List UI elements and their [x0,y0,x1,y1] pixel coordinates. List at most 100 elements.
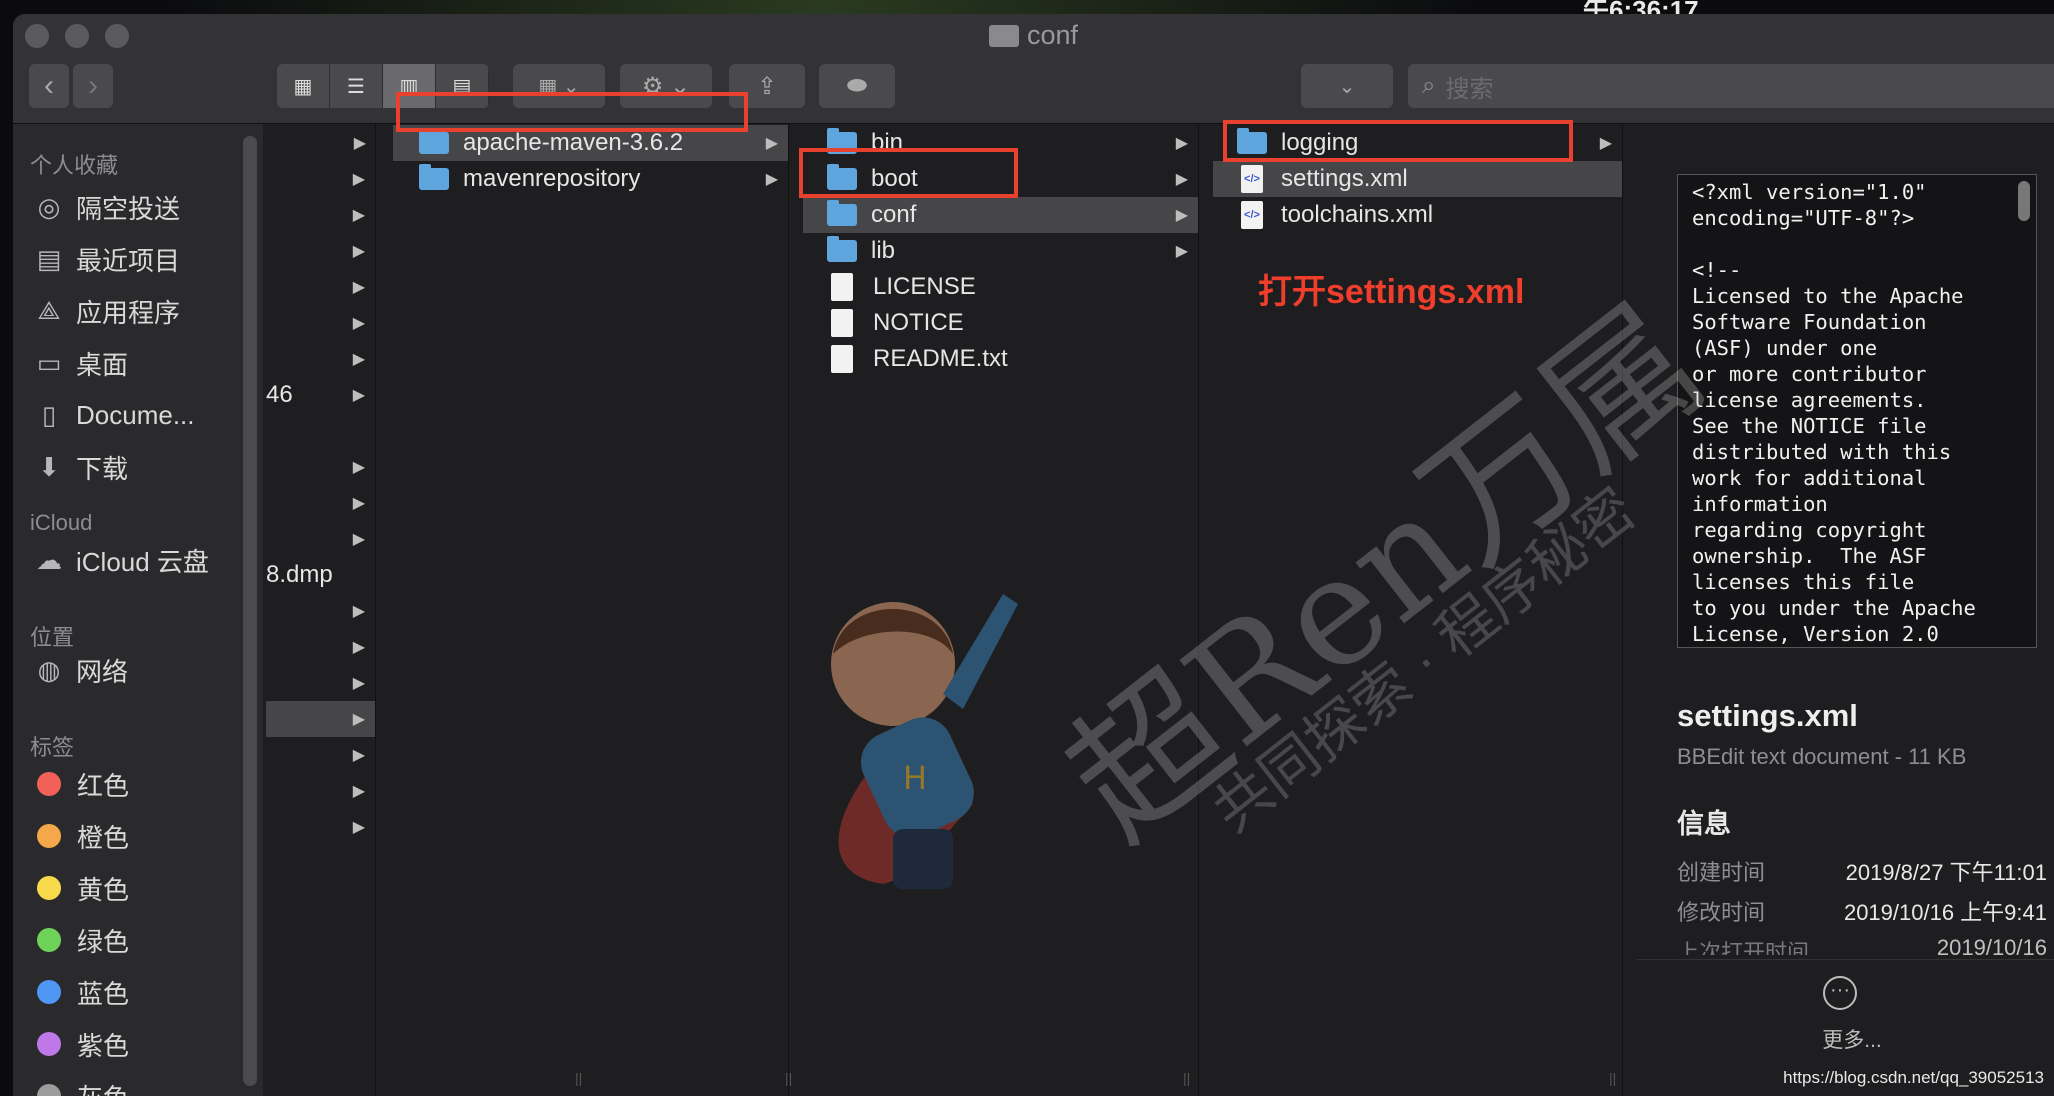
list-item[interactable]: ▶ [266,485,375,521]
list-item[interactable]: ▶ [266,125,376,161]
column-resize-handle[interactable]: || [575,1070,582,1086]
list-item-lib[interactable]: lib ▶ [803,233,1198,269]
desktop-icon: ▭ [36,347,62,378]
list-item-selected[interactable]: ▶ [266,701,375,737]
disclosure-arrow-icon: ▶ [352,819,365,836]
list-item[interactable]: ▶ [266,593,375,629]
window-title-label: conf [1026,20,1079,50]
sidebar-item-icloud-drive[interactable]: ☁ iCloud 云盘 [30,540,209,580]
green-tag-dot-icon [37,928,61,952]
created-label: 创建时间 [1677,860,1766,885]
search-placeholder: 搜索 [1445,75,1494,103]
list-item[interactable]: ▶ [266,197,375,233]
list-item-label: settings.xml [1281,165,1408,192]
disclosure-arrow-icon: ▶ [353,135,366,152]
list-item-label: mavenrepository [463,165,641,192]
icon-view-button[interactable]: ▦ [277,64,330,108]
list-view-button[interactable]: ☰ [330,64,383,108]
sidebar-tag-orange[interactable]: 橙色 [30,816,129,856]
column-resize-handle[interactable]: || [1183,1070,1190,1086]
yellow-tag-dot-icon [37,876,61,900]
back-button[interactable]: ‹ [29,64,69,108]
disclosure-arrow-icon: ▶ [352,639,365,656]
sidebar-item-label: 灰色 [77,1078,129,1096]
list-item-readme[interactable]: README.txt [803,341,1198,377]
document-icon [831,309,853,337]
list-item[interactable]: ▶ [266,341,375,377]
list-item[interactable]: ▶ [266,305,375,341]
list-item-toolchains-xml[interactable]: </> toolchains.xml [1213,197,1622,233]
disclosure-arrow-icon: ▶ [352,675,365,692]
disclosure-arrow-icon: ▶ [352,243,365,260]
preview-pane: <?xml version="1.0" encoding="UTF-8"?> <… [1637,124,2054,1096]
chevron-left-icon: ‹ [44,69,54,102]
list-item[interactable]: 8.dmp [266,557,375,593]
sidebar-tag-yellow[interactable]: 黄色 [30,868,129,908]
sidebar-tag-gray[interactable]: 灰色 [30,1076,129,1096]
list-item[interactable]: ▶ [266,665,375,701]
sidebar-scrollbar[interactable] [243,136,257,1086]
last-opened-label: 上次打开时间 [1677,940,1810,955]
window-titlebar: conf ‹ › ▦ ☰ ▥ ▤ ▦ ⌄ ⚙ ⌄ ⇪ ⬬ ⌄ ⌕ 搜索 [13,14,2054,124]
path-dropdown[interactable]: ⌄ [1301,64,1393,108]
finder-window: conf ‹ › ▦ ☰ ▥ ▤ ▦ ⌄ ⚙ ⌄ ⇪ ⬬ ⌄ ⌕ 搜索 个人收藏 … [13,14,2054,1096]
grid-icon: ▦ [293,75,313,98]
list-item-conf[interactable]: conf ▶ [803,197,1198,233]
list-item[interactable]: ▶ [266,521,375,557]
sidebar-item-desktop[interactable]: ▭ 桌面 [30,343,128,383]
list-item[interactable]: 46 ▶ [266,377,375,413]
sidebar-item-documents[interactable]: ▯ Docume... [30,395,195,435]
xml-file-icon: </> [1241,165,1263,193]
column-resize-handle[interactable]: || [1609,1070,1616,1086]
list-item-notice[interactable]: NOTICE [803,305,1198,341]
list-item-label: NOTICE [873,309,964,336]
sidebar-item-recents[interactable]: ▤ 最近项目 [30,239,180,279]
list-item[interactable]: ▶ [266,233,375,269]
sidebar-item-label: 黄色 [77,874,130,905]
preview-file-kind: BBEdit text document - 11 KB [1677,744,1967,769]
downloads-icon: ⬇ [38,451,60,482]
created-row: 创建时间 2019/8/27 下午11:01 [1677,855,2047,887]
orange-tag-dot-icon [37,824,61,848]
disclosure-arrow-icon: ▶ [352,387,365,404]
column-resize-handle[interactable]: || [785,1070,792,1086]
sidebar-item-applications[interactable]: ⟁ 应用程序 [30,291,180,331]
forward-button[interactable]: › [73,64,113,108]
column-1: apache-maven-3.6.2 ▶ mavenrepository ▶ || [393,124,789,1096]
list-item[interactable]: ▶ [266,629,375,665]
sidebar-item-airdrop[interactable]: ◎ 隔空投送 [30,187,180,227]
list-item-label: lib [871,237,896,264]
list-item-mavenrepository[interactable]: mavenrepository ▶ [393,161,788,197]
tags-button[interactable]: ⬬ [819,64,895,108]
list-item-label: toolchains.xml [1281,201,1434,228]
disclosure-arrow-icon: ▶ [352,783,365,800]
preview-scrollbar[interactable] [2018,181,2030,221]
sidebar-tag-blue[interactable]: 蓝色 [30,972,129,1012]
sidebar-tag-red[interactable]: 红色 [30,764,129,804]
ellipsis-icon[interactable]: ··· [1823,976,1857,1010]
disclosure-arrow-icon: ▶ [352,747,365,764]
list-item[interactable]: ▶ [266,269,375,305]
search-field[interactable]: ⌕ 搜索 [1408,64,2054,108]
xml-file-icon: </> [1241,201,1263,229]
list-item[interactable]: ▶ [266,809,375,845]
list-item[interactable]: ▶ [266,161,375,197]
sidebar-item-downloads[interactable]: ⬇ 下载 [30,447,128,487]
chevron-right-icon: › [88,69,98,102]
sidebar-tag-green[interactable]: 绿色 [30,920,129,960]
list-item[interactable]: ▶ [266,773,375,809]
list-item-label: README.txt [873,345,1008,372]
disclosure-arrow-icon: ▶ [352,171,365,188]
sidebar-tag-purple[interactable]: 紫色 [30,1024,129,1064]
list-item-license[interactable]: LICENSE [803,269,1198,305]
disclosure-arrow-icon: ▶ [765,171,778,188]
sidebar-item-network[interactable]: ◍ 网络 [30,650,128,690]
list-item[interactable]: ▶ [266,737,375,773]
more-button[interactable]: 更多... [1637,1024,2054,1054]
folder-icon [419,164,449,190]
modified-row: 修改时间 2019/10/16 上午9:41 [1677,895,2047,927]
globe-icon: ◍ [37,654,61,685]
list-item[interactable]: ▶ [266,449,375,485]
blue-tag-dot-icon [37,980,61,1004]
list-item-settings-xml[interactable]: </> settings.xml [1213,161,1622,197]
